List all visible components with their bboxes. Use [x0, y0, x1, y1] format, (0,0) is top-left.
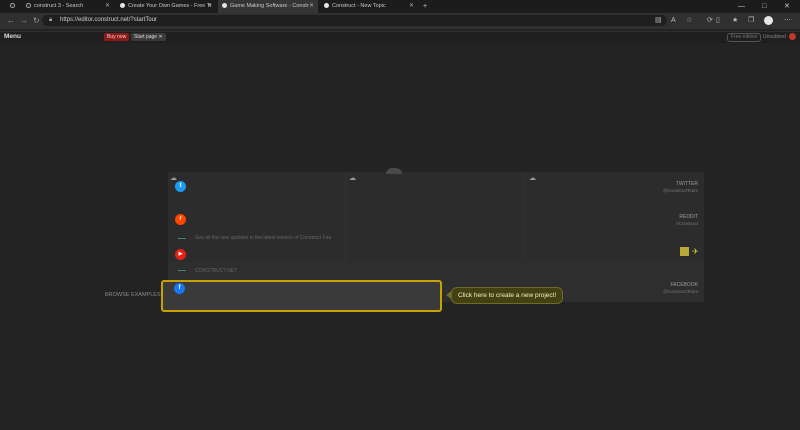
- favorite-star-icon[interactable]: ☆: [686, 14, 692, 28]
- search-icon: [26, 3, 31, 8]
- collections-icon[interactable]: ❐: [748, 14, 754, 28]
- close-tab-icon[interactable]: ✕: [309, 0, 314, 13]
- tour-tooltip[interactable]: Click here to create a new project!: [451, 287, 564, 304]
- construct-favicon-icon: [324, 3, 329, 8]
- minimize-button[interactable]: —: [738, 0, 745, 13]
- user-status-icon[interactable]: [789, 33, 796, 40]
- twitter-label[interactable]: TWITTER: [618, 181, 698, 187]
- cloud-icon: ☁: [529, 175, 536, 182]
- news-divider: [178, 270, 186, 271]
- buy-now-button[interactable]: Buy now: [104, 33, 130, 41]
- youtube-icon[interactable]: ▶: [175, 249, 186, 260]
- profile-avatar[interactable]: [764, 16, 773, 25]
- reddit-label[interactable]: REDDIT: [618, 214, 698, 220]
- refresh-extension-icon[interactable]: ⟳: [707, 14, 713, 28]
- tab-actions-button[interactable]: [6, 0, 20, 13]
- close-tab-icon[interactable]: ✕: [409, 0, 414, 13]
- main-menu-button[interactable]: Menu: [4, 31, 21, 42]
- favorites-icon[interactable]: ★: [732, 14, 738, 28]
- facebook-label[interactable]: FACEBOOK: [618, 282, 698, 288]
- construct-favicon-icon: [120, 3, 125, 8]
- new-project-highlight[interactable]: [161, 280, 442, 312]
- tab-game-making-software[interactable]: Game Making Software - Constr ✕: [218, 0, 318, 13]
- forward-icon[interactable]: →: [20, 13, 28, 29]
- refresh-icon[interactable]: ↻: [33, 13, 40, 29]
- new-tab-button[interactable]: +: [423, 0, 427, 13]
- example-thumbnail[interactable]: [680, 247, 689, 256]
- tab-actions-icon: [10, 3, 15, 8]
- news-card[interactable]: [168, 172, 344, 262]
- browse-examples-link[interactable]: BROWSE EXAMPLES: [105, 292, 161, 298]
- twitter-icon[interactable]: t: [175, 181, 186, 192]
- facebook-icon[interactable]: f: [174, 283, 185, 294]
- twitter-handle: @ConstructTeam: [663, 188, 698, 193]
- maximize-button[interactable]: □: [762, 0, 766, 13]
- tab-start-page[interactable]: Start page ✕: [131, 33, 166, 41]
- construct-net-link[interactable]: CONSTRUCT.NET: [195, 268, 237, 274]
- content-card[interactable]: [347, 172, 523, 262]
- tab-create-games[interactable]: Create Your Own Games - Free Tr ✕: [116, 0, 216, 13]
- url-text[interactable]: https://editor.construct.net/?startTour: [60, 15, 157, 26]
- close-window-button[interactable]: ✕: [784, 0, 790, 13]
- text-size-icon[interactable]: A: [671, 14, 676, 28]
- facebook-handle: @ConstructTeam: [663, 289, 698, 294]
- read-aloud-icon[interactable]: ▤: [655, 14, 662, 28]
- cloud-icon: ☁: [349, 175, 356, 182]
- close-tab-icon[interactable]: ✕: [207, 0, 212, 13]
- reddit-handle: r/Construct: [675, 221, 698, 226]
- lock-icon: 🔒︎: [49, 17, 53, 23]
- cloud-icon: ☁: [170, 175, 177, 182]
- tab-search[interactable]: construct 3 - Search ✕: [22, 0, 114, 13]
- plane-icon: ✈: [692, 247, 699, 256]
- more-options-icon[interactable]: ⋯: [784, 14, 791, 28]
- tab-new-topic[interactable]: Construct - New Topic ✕: [320, 0, 418, 13]
- reddit-icon[interactable]: r: [175, 214, 186, 225]
- user-label[interactable]: Unsubbed: [763, 33, 786, 41]
- loading-indicator: [386, 168, 402, 174]
- split-screen-icon[interactable]: ▯: [716, 14, 720, 28]
- close-tab-icon[interactable]: ✕: [158, 34, 162, 40]
- back-icon[interactable]: ←: [7, 13, 15, 29]
- free-edition-badge[interactable]: Free edition: [727, 33, 762, 42]
- construct-favicon-icon: [222, 3, 227, 8]
- news-snippet: See all the new updates in the latest ve…: [195, 235, 332, 241]
- news-divider: [178, 238, 186, 239]
- close-tab-icon[interactable]: ✕: [105, 0, 110, 13]
